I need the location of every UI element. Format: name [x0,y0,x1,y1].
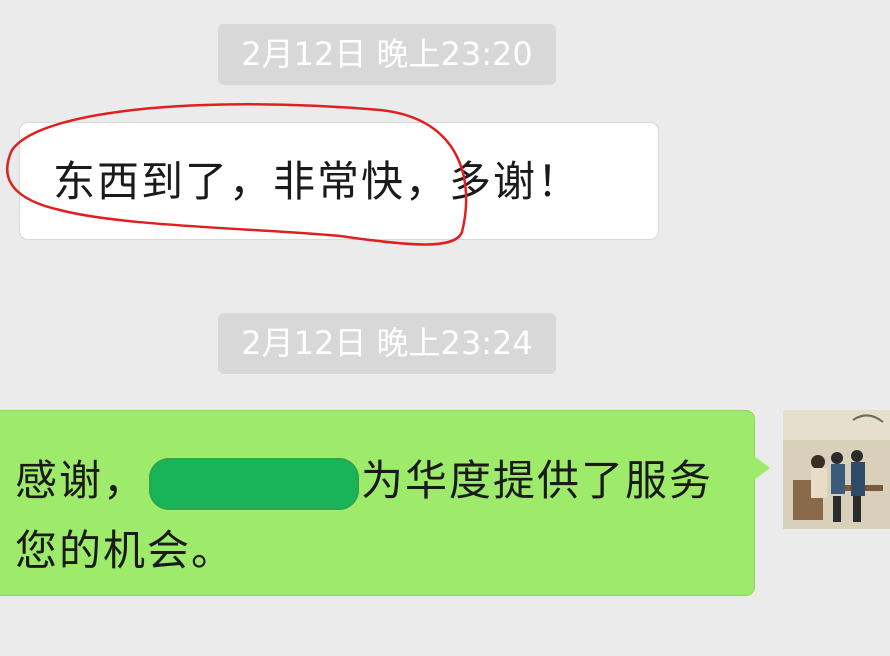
outgoing-text-segment: 为华度提供了服务 [361,456,714,505]
outgoing-message-line: 您的机会。 [15,526,236,575]
incoming-message-text: 东西到了，非常快，多谢！ [53,157,582,206]
timestamp-divider: 2月12日 晚上23:20 [218,24,556,85]
incoming-message-bubble[interactable]: 东西到了，非常快，多谢！ [19,122,659,240]
outgoing-message-line: 感谢， 为华度提供了服务 [15,447,713,510]
outgoing-text-segment: 感谢， [15,456,148,505]
timestamp-divider: 2月12日 晚上23:24 [218,313,556,374]
redaction-scribble [149,457,360,510]
avatar[interactable] [783,410,890,529]
outgoing-message-bubble[interactable]: 感谢， 为华度提供了服务 您的机会。 [0,410,755,596]
timestamp-text: 2月12日 晚上23:20 [241,35,533,73]
avatar-image [783,410,890,529]
timestamp-text: 2月12日 晚上23:24 [241,324,533,362]
bubble-tail [754,456,770,480]
